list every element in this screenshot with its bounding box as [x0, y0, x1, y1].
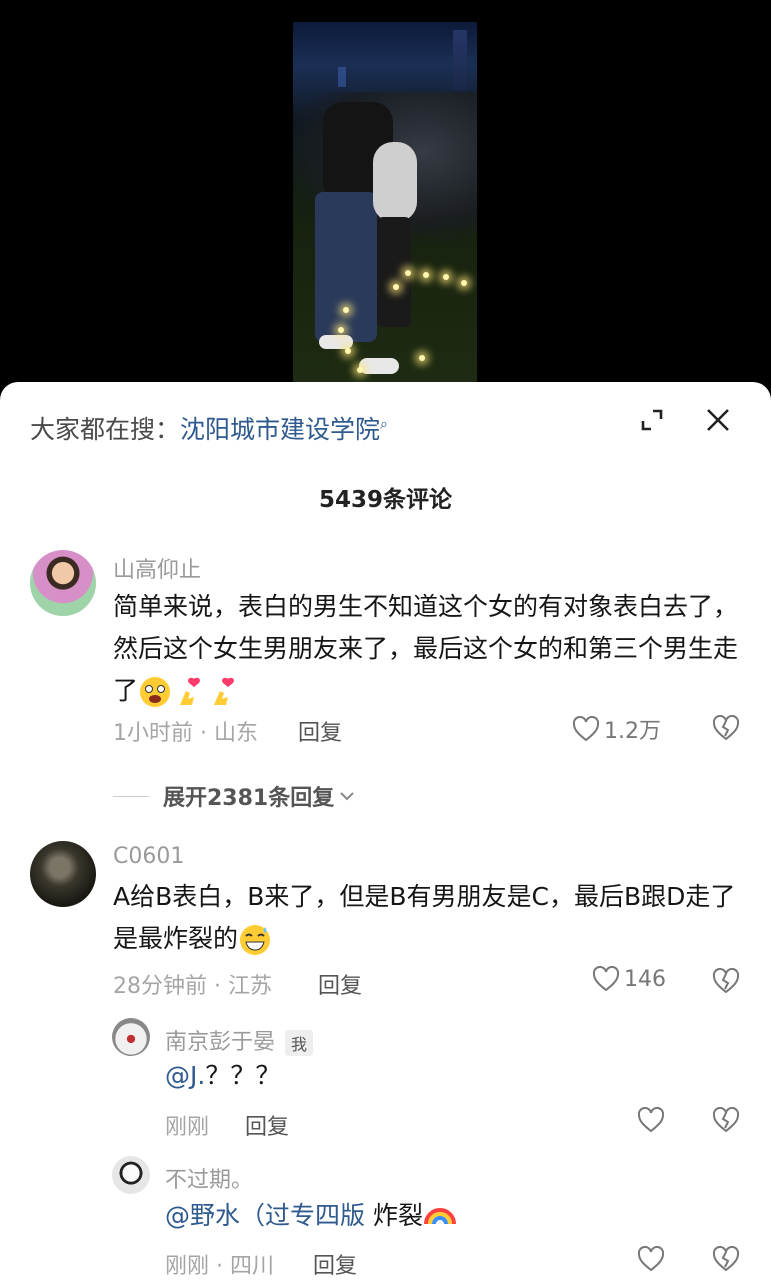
search-suggestion-keyword[interactable]: 沈阳城市建设学院 [180, 415, 380, 444]
heart-icon [592, 966, 620, 992]
search-icon: ⌕ [380, 416, 388, 433]
rainbow-icon [423, 1208, 456, 1225]
reply-meta: 刚刚 [165, 1115, 210, 1140]
avatar[interactable] [112, 1156, 150, 1194]
reply-text: @野水（过专四版 炸裂 [165, 1195, 725, 1237]
close-icon[interactable] [698, 400, 738, 440]
avatar[interactable] [30, 550, 96, 616]
heart-icon [637, 1246, 665, 1272]
expand-replies[interactable]: 展开2381条回复 [113, 780, 356, 812]
dislike-button[interactable] [712, 1106, 740, 1137]
comment-count: 5439条评论 [318, 487, 452, 513]
broken-heart-icon [712, 967, 740, 994]
candle-light [393, 284, 399, 290]
reply-username[interactable]: 南京彭于晏我 [165, 1024, 314, 1056]
candle-light [343, 307, 349, 313]
mention-link[interactable]: @J. [165, 1061, 205, 1090]
candle-light [357, 367, 363, 373]
like-count: 146 [624, 966, 666, 992]
comment-meta: 1小时前 · 山东 [113, 721, 258, 746]
chevron-down-icon [340, 792, 354, 801]
reply-text-body: 炸裂 [365, 1201, 423, 1230]
broken-heart-icon [712, 1245, 740, 1272]
candle-light [423, 272, 429, 278]
candle-light [405, 270, 411, 276]
reply-username[interactable]: 不过期。 [165, 1162, 253, 1194]
like-button[interactable] [637, 1107, 665, 1133]
search-suggestion[interactable]: 大家都在搜：沈阳城市建设学院⌕ [30, 410, 388, 446]
comment-text: A给B表白，B来了，但是B有男朋友是C，最后B跟D走了是最炸裂的 [113, 876, 738, 960]
candle-light [338, 327, 344, 333]
expand-replies-label: 展开2381条回复 [163, 786, 335, 811]
avatar[interactable] [112, 1018, 150, 1056]
video-player[interactable] [0, 0, 771, 395]
like-button[interactable] [637, 1246, 665, 1272]
broken-heart-icon [712, 1106, 740, 1133]
comment-text-body: A给B表白，B来了，但是B有男朋友是C，最后B跟D走了是最炸裂的 [113, 882, 736, 953]
heart-finger-icon [214, 677, 234, 705]
reply-button[interactable]: 回复 [298, 715, 342, 747]
search-suggestion-label: 大家都在搜： [30, 415, 181, 444]
building [338, 67, 346, 87]
reply-meta: 刚刚 · 四川 [165, 1254, 274, 1279]
broken-heart-icon [712, 714, 740, 741]
person-legs [315, 192, 377, 342]
comment-meta: 28分钟前 · 江苏 [113, 974, 272, 999]
shoe [319, 335, 353, 349]
heart-icon [637, 1107, 665, 1133]
reply-button[interactable]: 回复 [318, 968, 362, 1000]
dislike-button[interactable] [712, 967, 740, 998]
self-badge: 我 [285, 1030, 314, 1056]
expand-icon[interactable] [632, 400, 672, 440]
building [453, 30, 467, 90]
dislike-button[interactable] [712, 714, 740, 745]
reply-text-body: ？？？ [205, 1061, 281, 1090]
comment-username[interactable]: C0601 [113, 844, 184, 869]
avatar[interactable] [30, 841, 96, 907]
like-button[interactable]: 1.2万 [572, 713, 661, 745]
person-light-shirt [373, 142, 417, 222]
shoe [359, 358, 399, 374]
mention-link[interactable]: @野水（过专四版 [165, 1201, 365, 1230]
comment-sheet: 大家都在搜：沈阳城市建设学院⌕ 5439条评论 山高仰止 简单来说，表白的男生不… [0, 382, 771, 1280]
divider [113, 795, 149, 797]
comment-text: 简单来说，表白的男生不知道这个女的有对象表白去了，然后这个女生男朋友来了，最后这… [113, 586, 738, 712]
scared-face-icon [140, 677, 171, 707]
video-frame[interactable] [293, 22, 477, 382]
like-count: 1.2万 [604, 719, 661, 744]
comment-username[interactable]: 山高仰止 [113, 552, 201, 584]
dislike-button[interactable] [712, 1245, 740, 1276]
candle-light [345, 348, 351, 354]
like-button[interactable]: 146 [592, 966, 666, 992]
heart-icon [572, 716, 600, 742]
reply-button[interactable]: 回复 [245, 1109, 289, 1141]
candle-light [419, 355, 425, 361]
reply-button[interactable]: 回复 [313, 1248, 357, 1280]
reply-text: @J.？？？ [165, 1055, 725, 1097]
grinning-sweat-icon [240, 925, 271, 955]
heart-finger-icon [180, 677, 200, 705]
reply-username-text: 南京彭于晏 [165, 1030, 276, 1055]
candle-light [461, 280, 467, 286]
candle-light [443, 274, 449, 280]
